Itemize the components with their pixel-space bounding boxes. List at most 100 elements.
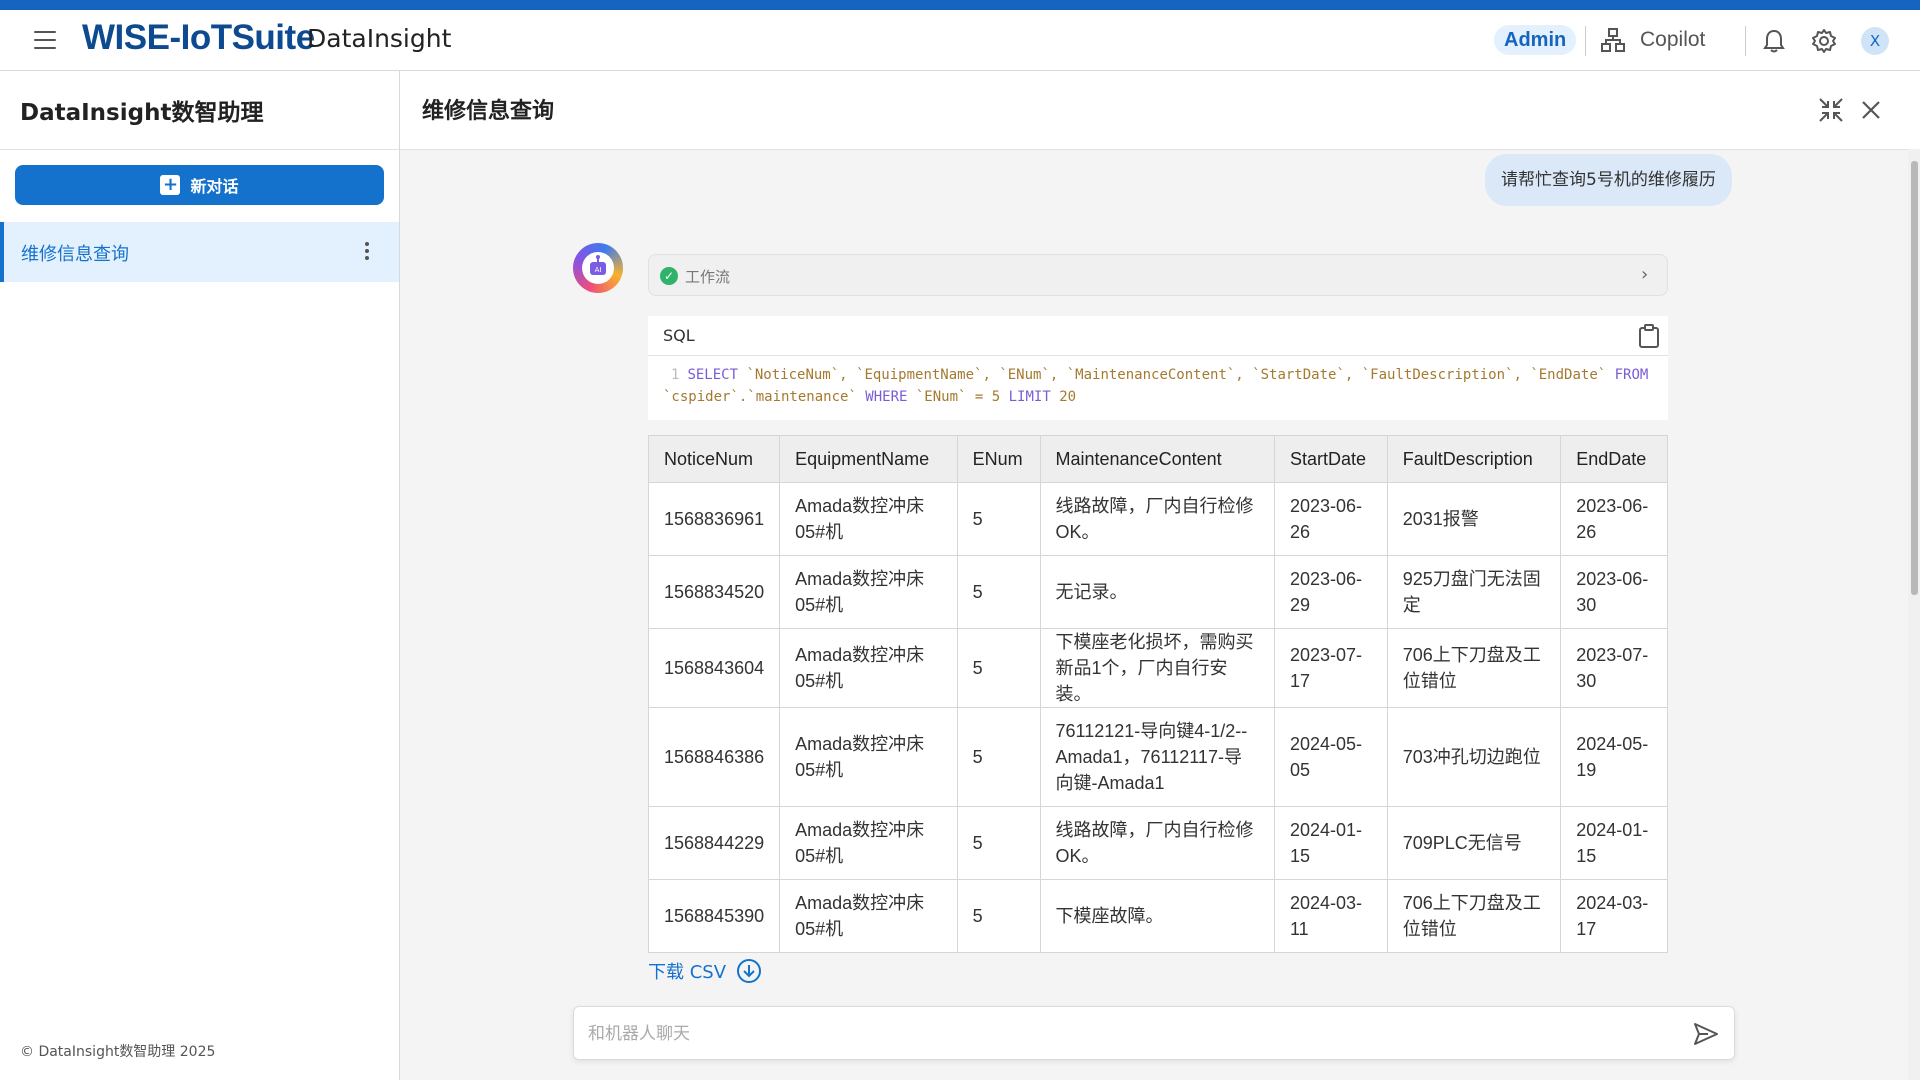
copilot-label: Copilot: [1640, 28, 1706, 51]
table-cell: 2024-03-11: [1273, 879, 1388, 953]
table-cell: 76112121-导向键4-1/2--Amada1，76112117-导向键-A…: [1039, 707, 1275, 807]
column-header: ENum: [956, 435, 1041, 483]
sql-limit: 20: [1050, 389, 1077, 405]
workflow-toggle[interactable]: ✓ 工作流 ›: [648, 254, 1668, 296]
kebab-icon[interactable]: [360, 239, 374, 265]
sidebar: DataInsight数智助理 + 新对话 维修信息查询 © DataInsig…: [0, 71, 400, 1080]
table-cell: 709PLC无信号: [1386, 806, 1562, 880]
table-cell: 5: [956, 806, 1041, 880]
ai-bot-icon: AI: [573, 243, 623, 293]
sql-keyword: WHERE: [865, 389, 908, 405]
column-header: NoticeNum: [647, 435, 781, 483]
scrollbar-thumb[interactable]: [1911, 161, 1918, 595]
table-cell: 1568834520: [647, 555, 781, 629]
chat-input[interactable]: [586, 1017, 1670, 1051]
column-header: EndDate: [1560, 435, 1668, 483]
table-cell: 无记录。: [1039, 555, 1275, 629]
download-icon: [737, 959, 762, 983]
table-cell: 2024-01-15: [1560, 806, 1668, 880]
table-cell: 2023-07-17: [1273, 628, 1388, 708]
sql-header: SQL: [648, 316, 1668, 356]
table-row: 1568834520 Amada数控冲床05#机 5 无记录。 2023-06-…: [647, 555, 1668, 629]
user-avatar[interactable]: X: [1861, 27, 1889, 55]
sql-keyword: FROM: [1614, 367, 1649, 383]
table-cell: 2024-05-05: [1273, 707, 1388, 807]
workflow-label: 工作流: [685, 268, 731, 286]
app-header: WISE-IoTSuite DataInsight Admin Copilot …: [0, 10, 1920, 71]
sidebar-title: DataInsight数智助理: [20, 100, 264, 126]
close-icon[interactable]: [1856, 95, 1886, 125]
table-row: 1568836961 Amada数控冲床05#机 5 线路故障，厂内自行检修OK…: [647, 482, 1668, 556]
conversation-label: 维修信息查询: [21, 244, 129, 265]
new-chat-button[interactable]: + 新对话: [15, 165, 384, 205]
header-divider: [1585, 26, 1586, 56]
new-chat-label: 新对话: [190, 177, 239, 196]
sql-line-number: 1: [671, 367, 680, 383]
role-badge: Admin: [1494, 25, 1577, 55]
table-cell: 703冲孔切边跑位: [1386, 707, 1562, 807]
table-cell: 1568846386: [647, 707, 781, 807]
table-cell: Amada数控冲床05#机: [779, 628, 958, 708]
table-cell: Amada数控冲床05#机: [779, 482, 958, 556]
download-csv-button[interactable]: 下载 CSV: [648, 958, 762, 984]
clipboard-icon[interactable]: [1638, 324, 1660, 348]
table-cell: Amada数控冲床05#机: [779, 806, 958, 880]
sidebar-divider: [0, 149, 399, 150]
table-cell: 1568836961: [647, 482, 781, 556]
bell-icon[interactable]: [1760, 27, 1788, 55]
table-cell: Amada数控冲床05#机: [779, 707, 958, 807]
column-header: EquipmentName: [779, 435, 958, 483]
chat-input-box: [573, 1006, 1735, 1060]
table-cell: Amada数控冲床05#机: [779, 879, 958, 953]
table-cell: 925刀盘门无法固定: [1386, 555, 1562, 629]
product-name: DataInsight: [307, 24, 452, 53]
sql-columns: `NoticeNum`, `EquipmentName`, `ENum`, `M…: [738, 367, 1615, 383]
column-header: FaultDescription: [1386, 435, 1562, 483]
table-cell: 线路故障，厂内自行检修OK。: [1039, 806, 1275, 880]
sql-keyword: SELECT: [687, 367, 739, 383]
sql-table: `cspider`.`maintenance`: [663, 389, 866, 405]
result-table: NoticeNum EquipmentName ENum Maintenance…: [647, 435, 1668, 953]
sitemap-icon: [1601, 28, 1625, 52]
table-cell: 2023-07-30: [1560, 628, 1668, 708]
table-cell: 2023-06-26: [1560, 482, 1668, 556]
top-accent-strip: [0, 0, 1920, 10]
table-cell: 5: [956, 707, 1041, 807]
table-cell: 5: [956, 482, 1041, 556]
table-header-row: NoticeNum EquipmentName ENum Maintenance…: [647, 435, 1668, 483]
table-cell: 2023-06-26: [1273, 482, 1388, 556]
table-cell: 5: [956, 628, 1041, 708]
table-row: 1568843604 Amada数控冲床05#机 5 下模座老化损坏，需购买新品…: [647, 628, 1668, 708]
conversation-item[interactable]: 维修信息查询: [0, 222, 399, 282]
table-cell: Amada数控冲床05#机: [779, 555, 958, 629]
menu-icon[interactable]: [34, 31, 56, 49]
scrollbar[interactable]: [1908, 149, 1920, 1080]
table-cell: 下模座故障。: [1039, 879, 1275, 953]
table-row: 1568845390 Amada数控冲床05#机 5 下模座故障。 2024-0…: [647, 879, 1668, 953]
brand-logo: WISE-IoTSuite: [82, 18, 315, 57]
table-cell: 线路故障，厂内自行检修OK。: [1039, 482, 1275, 556]
table-cell: 5: [956, 879, 1041, 953]
chevron-right-icon: ›: [1641, 264, 1649, 285]
table-row: 1568844229 Amada数控冲床05#机 5 线路故障，厂内自行检修OK…: [647, 806, 1668, 880]
chat-header: 维修信息查询: [400, 71, 1920, 150]
plus-icon: +: [160, 175, 181, 195]
sql-code: 1 SELECT `NoticeNum`, `EquipmentName`, `E…: [663, 364, 1658, 408]
gear-icon[interactable]: [1810, 27, 1838, 55]
table-cell: 2024-01-15: [1273, 806, 1388, 880]
collapse-icon[interactable]: [1816, 95, 1846, 125]
table-cell: 2031报警: [1386, 482, 1562, 556]
table-cell: 2023-06-29: [1273, 555, 1388, 629]
check-circle-icon: ✓: [660, 267, 678, 285]
table-cell: 1568843604: [647, 628, 781, 708]
table-cell: 下模座老化损坏，需购买新品1个，厂内自行安装。: [1039, 628, 1275, 708]
user-message: 请帮忙查询5号机的维修履历: [1485, 154, 1732, 206]
table-cell: 1568844229: [647, 806, 781, 880]
send-icon[interactable]: [1692, 1020, 1720, 1048]
sql-label: SQL: [663, 326, 695, 345]
column-header: StartDate: [1273, 435, 1388, 483]
copilot-button[interactable]: Copilot: [1600, 24, 1705, 56]
download-csv-label: 下载 CSV: [648, 962, 727, 983]
chat-title: 维修信息查询: [422, 99, 555, 124]
table-cell: 5: [956, 555, 1041, 629]
